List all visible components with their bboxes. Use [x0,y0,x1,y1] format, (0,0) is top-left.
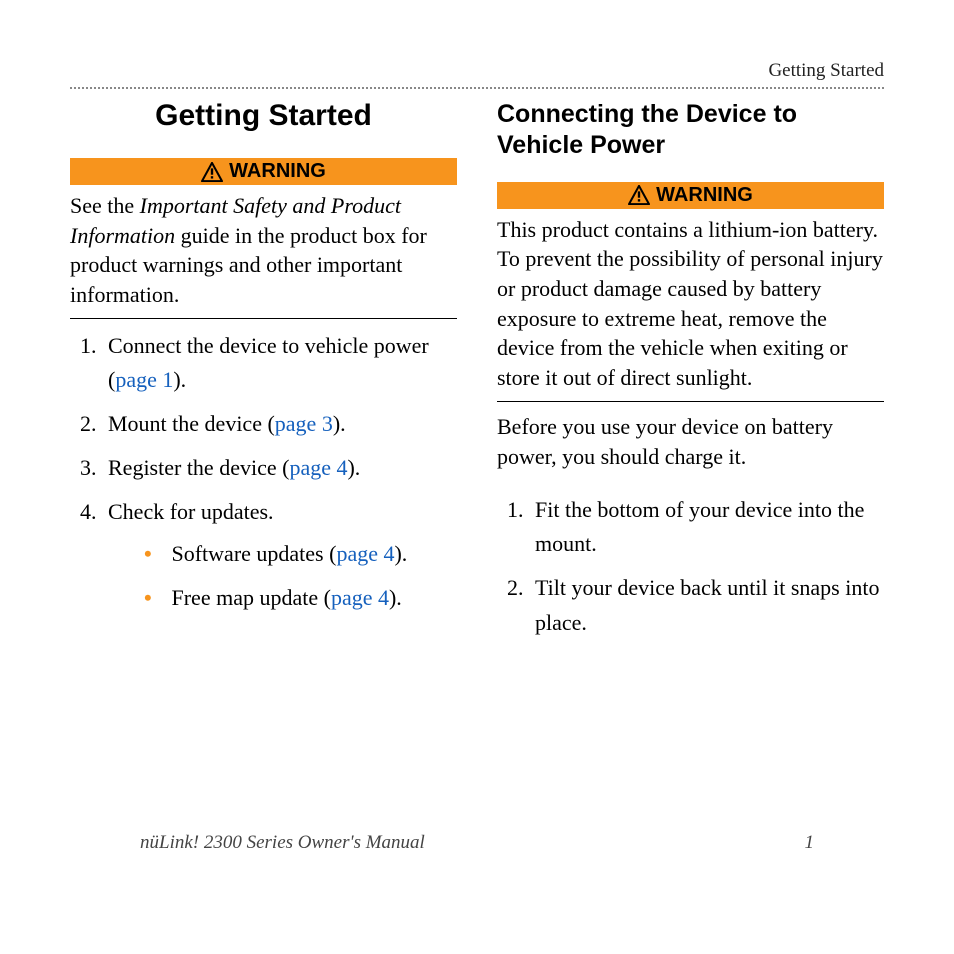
list-item: Check for updates. Software updates (pag… [102,495,457,615]
list-item: Mount the device (page 3). [102,407,457,441]
header-divider [70,87,884,89]
manual-title: nüLink! 2300 Series Owner's Manual [140,832,425,854]
page-link[interactable]: page 4 [336,541,394,566]
header-section-label: Getting Started [70,60,884,87]
warning-text-right: This product contains a lithium-ion batt… [497,209,884,402]
list-item: Tilt your device back until it snaps int… [529,571,884,639]
list-item: Software updates (page 4). [138,537,457,571]
warning-triangle-icon [201,162,223,182]
warning-banner-right: WARNING [497,182,884,209]
left-column: Getting Started WARNING See the Importan… [70,99,457,650]
page-link[interactable]: page 3 [275,411,333,436]
warning-banner-left: WARNING [70,158,457,185]
warning-text-left: See the Important Safety and Product Inf… [70,185,457,319]
page-link[interactable]: page 4 [289,455,347,480]
page-link[interactable]: page 1 [115,367,173,392]
page-link[interactable]: page 4 [331,585,389,610]
page-title: Getting Started [70,99,457,133]
intro-paragraph: Before you use your device on battery po… [497,402,884,484]
list-item: Register the device (page 4). [102,451,457,485]
content-columns: Getting Started WARNING See the Importan… [70,99,884,650]
page-footer: nüLink! 2300 Series Owner's Manual 1 [140,832,814,854]
connect-steps: Fit the bottom of your device into the m… [497,483,884,639]
getting-started-steps: Connect the device to vehicle power (pag… [70,319,457,616]
warning-label: WARNING [656,184,753,207]
warning-label: WARNING [229,160,326,183]
page-number: 1 [805,832,815,854]
right-column: Connecting the Device to Vehicle Power W… [497,99,884,650]
warning-triangle-icon [628,185,650,205]
list-item: Fit the bottom of your device into the m… [529,493,884,561]
section-heading: Connecting the Device to Vehicle Power [497,99,884,162]
list-item: Free map update (page 4). [138,581,457,615]
sub-list: Software updates (page 4). Free map upda… [108,529,457,615]
list-item: Connect the device to vehicle power (pag… [102,329,457,397]
